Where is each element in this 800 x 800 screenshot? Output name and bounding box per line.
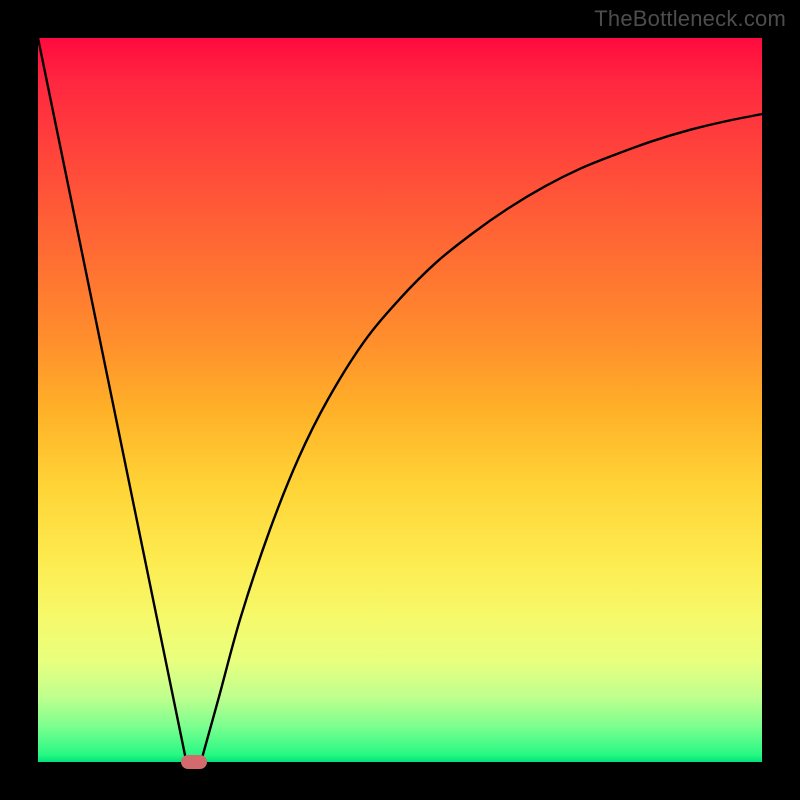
chart-frame: TheBottleneck.com (0, 0, 800, 800)
plot-area (38, 38, 762, 762)
curve-left-branch (38, 38, 186, 762)
min-marker (181, 755, 207, 768)
watermark-text: TheBottleneck.com (594, 6, 786, 32)
bottleneck-curve (38, 38, 762, 762)
curve-right-branch (201, 114, 762, 762)
